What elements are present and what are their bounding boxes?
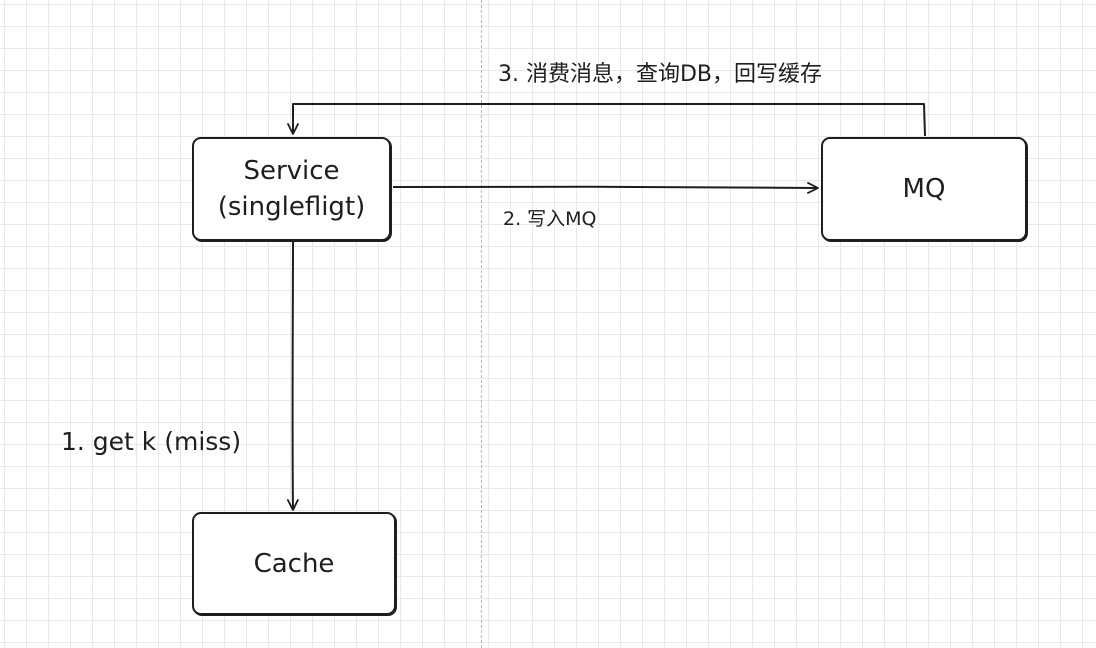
cache-node[interactable]: Cache — [192, 512, 396, 615]
arrow-service-to-mq — [392, 182, 819, 194]
arrow-mq-to-service — [287, 103, 926, 137]
service-node-subtitle: (singlefligt) — [217, 192, 366, 222]
service-node-title: Service — [243, 156, 340, 186]
edge-label-step3: 3. 消费消息，查询DB，回写缓存 — [498, 62, 823, 87]
service-node[interactable]: Service (singlefligt) — [192, 137, 391, 241]
cache-node-title: Cache — [253, 548, 335, 579]
edge-label-step1: 1. get k (miss) — [61, 427, 242, 456]
connectors — [286, 103, 926, 511]
mq-node[interactable]: MQ — [821, 137, 1027, 241]
mq-node-title: MQ — [902, 174, 946, 204]
edge-label-step2: 2. 写入MQ — [503, 208, 597, 230]
